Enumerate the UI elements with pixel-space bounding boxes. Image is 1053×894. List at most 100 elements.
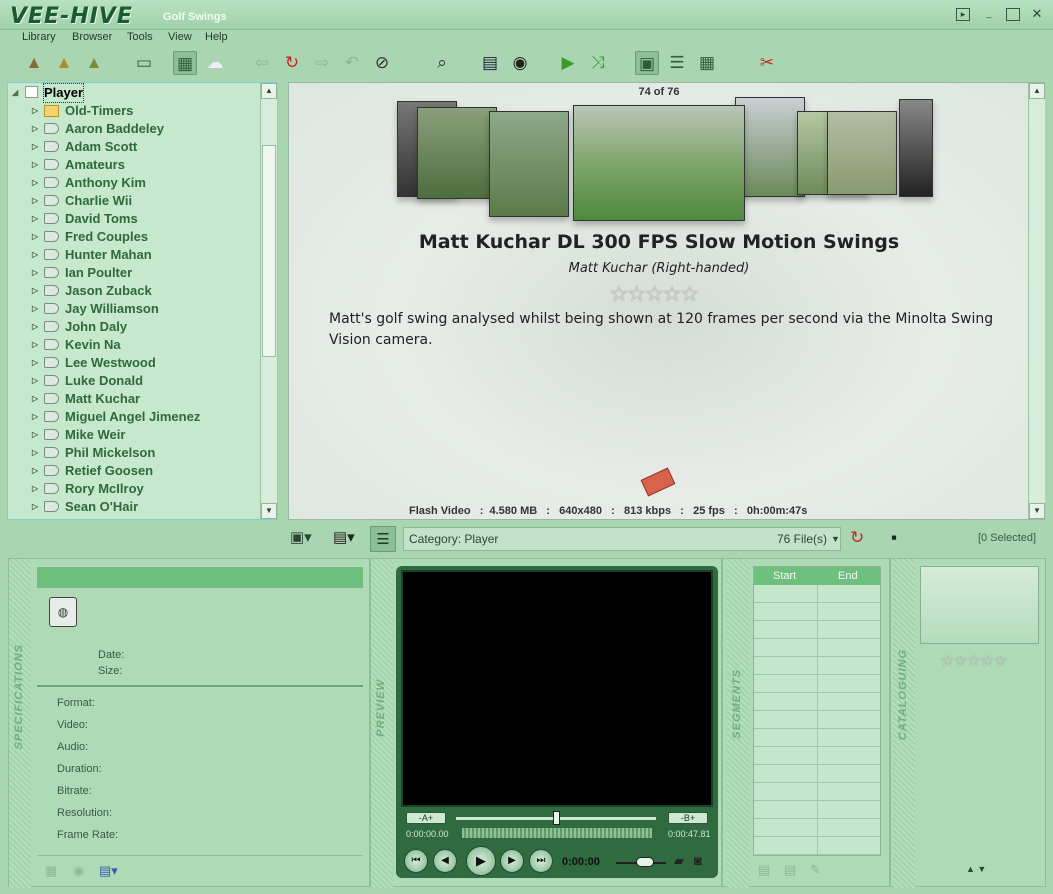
menu-help[interactable]: Help [205, 31, 228, 43]
camera-icon[interactable]: ◙ [694, 853, 702, 868]
tree-item[interactable]: ▷ Phil Mickelson [8, 444, 258, 462]
play-icon[interactable]: ▶ [556, 51, 580, 75]
shuffle-icon[interactable]: ⤨ [586, 51, 610, 75]
expand-icon[interactable]: ▷ [32, 210, 38, 228]
current-cover-thumbnail[interactable] [573, 105, 745, 221]
expand-icon[interactable]: ▷ [32, 426, 38, 444]
hive-refresh-icon[interactable]: ▲ [82, 51, 106, 75]
expand-icon[interactable]: ▷ [32, 408, 38, 426]
cloud-icon[interactable]: ☁ [203, 51, 227, 75]
restore-mode-button[interactable]: ▸ [956, 8, 970, 21]
volume-thumb[interactable] [636, 857, 654, 867]
tree-item[interactable]: ▷ John Daly [8, 318, 258, 336]
cover-thumbnail[interactable] [735, 97, 805, 197]
expand-icon[interactable]: ▷ [32, 120, 38, 138]
scroll-up-icon[interactable]: ▲ [261, 83, 277, 99]
expand-icon[interactable]: ▷ [32, 318, 38, 336]
expand-icon[interactable]: ▷ [32, 264, 38, 282]
details-view-icon[interactable]: ▣ [635, 51, 659, 75]
tree-item[interactable]: ▷ Rory McIlroy [8, 480, 258, 498]
expand-icon[interactable]: ▷ [32, 156, 38, 174]
menu-view[interactable]: View [168, 31, 192, 43]
tree-item[interactable]: ▷ Aaron Baddeley [8, 120, 258, 138]
scroll-down-icon[interactable]: ▼ [261, 503, 277, 519]
tree-item[interactable]: ▷ Miguel Angel Jimenez [8, 408, 258, 426]
expand-icon[interactable]: ▷ [32, 444, 38, 462]
expand-icon[interactable]: ▷ [32, 498, 38, 516]
tree-item[interactable]: ▷ Fred Couples [8, 228, 258, 246]
expand-icon[interactable]: ▷ [32, 174, 38, 192]
history-clock-icon[interactable]: ⊘ [370, 51, 394, 75]
tree-item[interactable]: ▷ Anthony Kim [8, 174, 258, 192]
tree-item[interactable]: ▷ Matt Kuchar [8, 390, 258, 408]
expand-icon[interactable]: ▷ [32, 102, 38, 120]
expand-icon[interactable]: ▷ [32, 228, 38, 246]
scroll-up-icon[interactable]: ▲ [1029, 83, 1045, 99]
hive-add-icon[interactable]: ▲ [52, 51, 76, 75]
hive-icon[interactable]: ▲ [22, 51, 46, 75]
expand-icon[interactable]: ▷ [32, 390, 38, 408]
tree-item[interactable]: ▷ Mike Weir [8, 426, 258, 444]
rating-stars[interactable]: ☆☆☆☆☆ [609, 281, 700, 307]
tree-item[interactable]: ▷ Ian Poulter [8, 264, 258, 282]
menu-library[interactable]: Library [22, 31, 56, 43]
close-button[interactable]: ✕ [1030, 7, 1044, 21]
undo-icon[interactable]: ↶ [340, 51, 364, 75]
tree-item[interactable]: ▷ Luke Donald [8, 372, 258, 390]
scroll-thumb[interactable] [262, 145, 276, 357]
menu-tools[interactable]: Tools [127, 31, 153, 43]
category-select[interactable]: Category: Player 76 File(s) ▼ [403, 527, 841, 551]
detail-scrollbar[interactable]: ▲ ▼ [1028, 83, 1045, 519]
expand-icon[interactable]: ▷ [32, 300, 38, 318]
play-button[interactable]: ▶ [466, 846, 496, 876]
list-toggle-icon[interactable]: ☰ [370, 526, 396, 552]
mark-a-button[interactable]: -A+ [406, 812, 446, 824]
add-segment-icon[interactable]: ▤ [758, 862, 770, 878]
expand-icon[interactable]: ▷ [32, 336, 38, 354]
step-back-button[interactable]: ◀ [433, 849, 457, 873]
search-icon[interactable]: ⌕ [430, 51, 454, 75]
save-icon[interactable]: ▪ [891, 528, 897, 548]
image-menu-icon[interactable]: ▣▾ [290, 528, 312, 548]
cover-thumbnail[interactable] [899, 99, 933, 197]
tree-item[interactable]: ▷ Jay Williamson [8, 300, 258, 318]
grid-view-icon[interactable]: ▦ [695, 51, 719, 75]
layout-menu-icon[interactable]: ▤▾ [99, 863, 118, 879]
category-tree[interactable]: ◢ Player ▷ Old-Timers ▷ Aaron Baddeley ▷ Adam… [7, 82, 278, 520]
cover-thumbnail[interactable] [827, 111, 897, 195]
tree-item[interactable]: ▷ David Toms [8, 210, 258, 228]
tree-item[interactable]: ▷ Charlie Wii [8, 192, 258, 210]
expand-icon[interactable]: ▷ [32, 372, 38, 390]
filmstrip-view-icon[interactable]: ▦ [173, 51, 197, 75]
skip-forward-button[interactable]: ⏭ [529, 849, 553, 873]
tree-item[interactable]: ▷ Retief Goosen [8, 462, 258, 480]
segments-table[interactable]: Start End [753, 566, 881, 856]
expand-icon[interactable]: ▷ [32, 462, 38, 480]
seek-thumb[interactable] [553, 811, 560, 825]
tree-scrollbar[interactable]: ▲ ▼ [260, 83, 277, 519]
tree-item[interactable]: ▷ Amateurs [8, 156, 258, 174]
sort-arrows-icon[interactable]: ▲ ▼ [966, 864, 986, 874]
remove-segment-icon[interactable]: ▤ [784, 862, 796, 878]
thumbnail-grid-icon[interactable]: ▤ [478, 51, 502, 75]
list-view-icon[interactable]: ☰ [665, 51, 689, 75]
edit-segment-icon[interactable]: ✎ [810, 862, 821, 878]
cover-preview[interactable] [920, 566, 1039, 644]
minimize-button[interactable]: _ [982, 8, 996, 21]
cover-thumbnail[interactable] [417, 107, 497, 199]
scroll-down-icon[interactable]: ▼ [1029, 503, 1045, 519]
refresh-icon[interactable]: ↻ [850, 528, 864, 548]
tree-item[interactable]: ▷ Old-Timers [8, 102, 258, 120]
audio-icon[interactable]: ◉ [508, 51, 532, 75]
tools-icon[interactable]: ✂ [755, 51, 779, 75]
mark-b-button[interactable]: -B+ [668, 812, 708, 824]
video-screen[interactable] [401, 570, 713, 807]
tree-root[interactable]: ◢ Player [8, 83, 258, 103]
film-menu-icon[interactable]: ▤▾ [333, 528, 355, 548]
tree-item[interactable]: ▷ Kevin Na [8, 336, 258, 354]
tree-item[interactable]: ▷ Adam Scott [8, 138, 258, 156]
thumbnail-grid-icon[interactable]: ▦ [45, 863, 57, 879]
tree-item[interactable]: ▷ Hunter Mahan [8, 246, 258, 264]
back-arrow-icon[interactable]: ⇦ [250, 51, 274, 75]
step-forward-button[interactable]: ▶ [500, 849, 524, 873]
